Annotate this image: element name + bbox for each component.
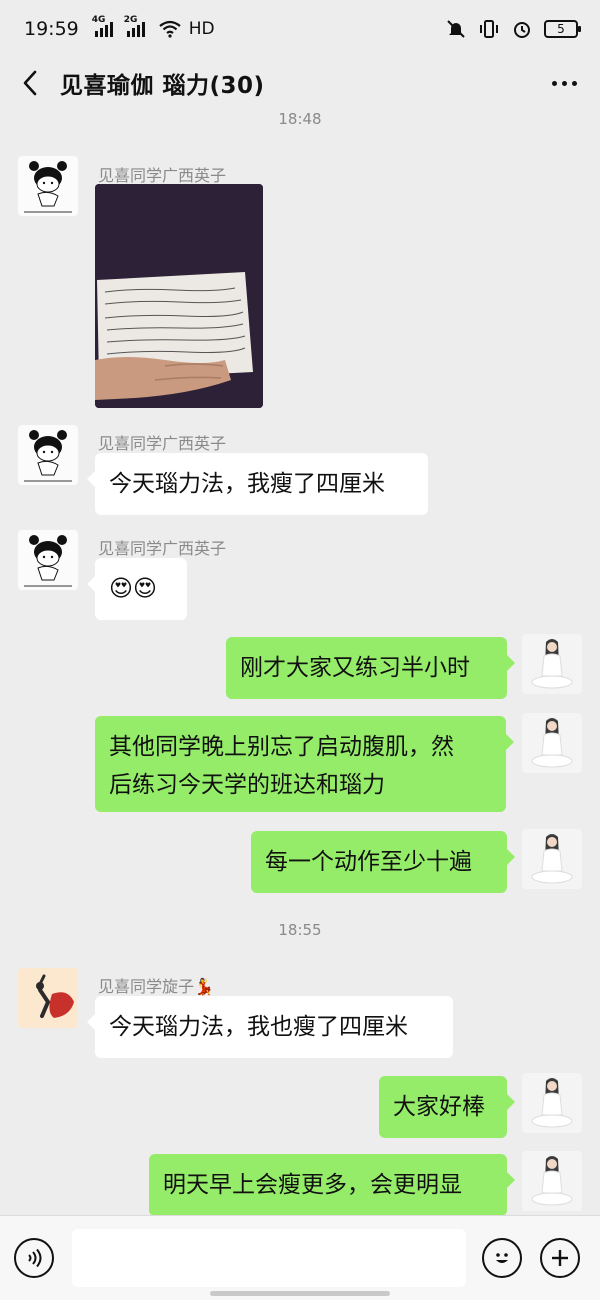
chat-title: 见喜瑜伽 瑙力(30) bbox=[60, 73, 265, 99]
battery-icon: 5 bbox=[544, 20, 581, 38]
yoga-meditation-avatar-icon bbox=[522, 634, 582, 694]
message-bubble[interactable]: 刚才大家又练习半小时 bbox=[226, 637, 515, 699]
sender-name: 见喜同学广西英子 bbox=[98, 166, 227, 185]
signal-2g-icon: 2G bbox=[124, 15, 145, 37]
message-input[interactable] bbox=[72, 1229, 466, 1287]
gesture-bar bbox=[210, 1291, 390, 1296]
message-bubble[interactable]: 今天瑙力法，我也瘦了四厘米 bbox=[87, 996, 453, 1058]
emoji-bubble[interactable]: 😍😍 bbox=[87, 558, 187, 620]
message-line: 后练习今天学的班达和瑙力 bbox=[109, 772, 385, 798]
input-bar bbox=[0, 1215, 600, 1300]
avatar[interactable] bbox=[18, 968, 78, 1028]
emoji-button[interactable] bbox=[482, 1238, 522, 1278]
status-time: 19:59 bbox=[24, 18, 79, 40]
avatar[interactable] bbox=[18, 156, 78, 216]
cartoon-girl-avatar-icon bbox=[24, 430, 72, 482]
my-avatar[interactable] bbox=[522, 713, 582, 773]
yoga-meditation-avatar-icon bbox=[522, 713, 582, 773]
avatar[interactable] bbox=[18, 425, 78, 485]
message-bubble[interactable]: 明天早上会瘦更多，会更明显 bbox=[149, 1154, 515, 1216]
wifi-icon bbox=[159, 20, 181, 38]
sender-name: 见喜同学广西英子 bbox=[98, 539, 227, 558]
yoga-meditation-avatar-icon bbox=[522, 829, 582, 889]
sender-name: 见喜同学广西英子 bbox=[98, 434, 227, 453]
signal-4g-icon: 4G bbox=[92, 15, 113, 37]
timestamp: 18:48 bbox=[278, 110, 322, 128]
message-bubble[interactable]: 每一个动作至少十遍 bbox=[251, 831, 515, 893]
voice-icon bbox=[28, 1248, 42, 1268]
more-dot-icon bbox=[561, 80, 567, 86]
mute-icon bbox=[447, 20, 465, 38]
dancer-avatar-icon bbox=[18, 968, 78, 1028]
heart-eyes-emoji: 😍😍 bbox=[109, 576, 157, 602]
message-bubble[interactable]: 大家好棒 bbox=[379, 1076, 515, 1138]
handwritten-note-photo bbox=[95, 184, 263, 408]
more-functions-button[interactable] bbox=[540, 1238, 580, 1278]
timestamp: 18:55 bbox=[278, 921, 322, 939]
status-bar: 19:59 4G 2G HD 5 bbox=[0, 0, 600, 58]
back-button[interactable] bbox=[0, 58, 60, 108]
alarm-icon bbox=[514, 22, 530, 38]
message-bubble[interactable]: 今天瑙力法，我瘦了四厘米 bbox=[87, 453, 428, 515]
voice-button[interactable] bbox=[14, 1238, 54, 1278]
avatar[interactable] bbox=[18, 530, 78, 590]
my-avatar[interactable] bbox=[522, 829, 582, 889]
more-dot-icon bbox=[551, 80, 557, 86]
my-avatar[interactable] bbox=[522, 1151, 582, 1211]
chevron-left-icon bbox=[23, 70, 37, 96]
yoga-meditation-avatar-icon bbox=[522, 1151, 582, 1211]
more-options-button[interactable] bbox=[528, 58, 600, 108]
chat-header: 见喜瑜伽 瑙力(30) bbox=[0, 58, 600, 108]
cartoon-girl-avatar-icon bbox=[24, 535, 72, 587]
cartoon-girl-avatar-icon bbox=[24, 161, 72, 213]
my-avatar[interactable] bbox=[522, 1073, 582, 1133]
emoji-icon bbox=[496, 1253, 508, 1263]
more-dot-icon bbox=[571, 80, 577, 86]
sender-name: 见喜同学旋子💃 bbox=[98, 977, 214, 996]
my-avatar[interactable] bbox=[522, 634, 582, 694]
image-message[interactable] bbox=[95, 184, 263, 408]
message-line: 其他同学晚上别忘了启动腹肌，然 bbox=[109, 734, 454, 760]
yoga-meditation-avatar-icon bbox=[522, 1073, 582, 1133]
plus-icon bbox=[552, 1250, 568, 1266]
message-bubble[interactable]: 其他同学晚上别忘了启动腹肌，然 后练习今天学的班达和瑙力 bbox=[95, 716, 514, 812]
vibrate-icon bbox=[480, 20, 498, 38]
hd-label: HD bbox=[188, 19, 215, 39]
